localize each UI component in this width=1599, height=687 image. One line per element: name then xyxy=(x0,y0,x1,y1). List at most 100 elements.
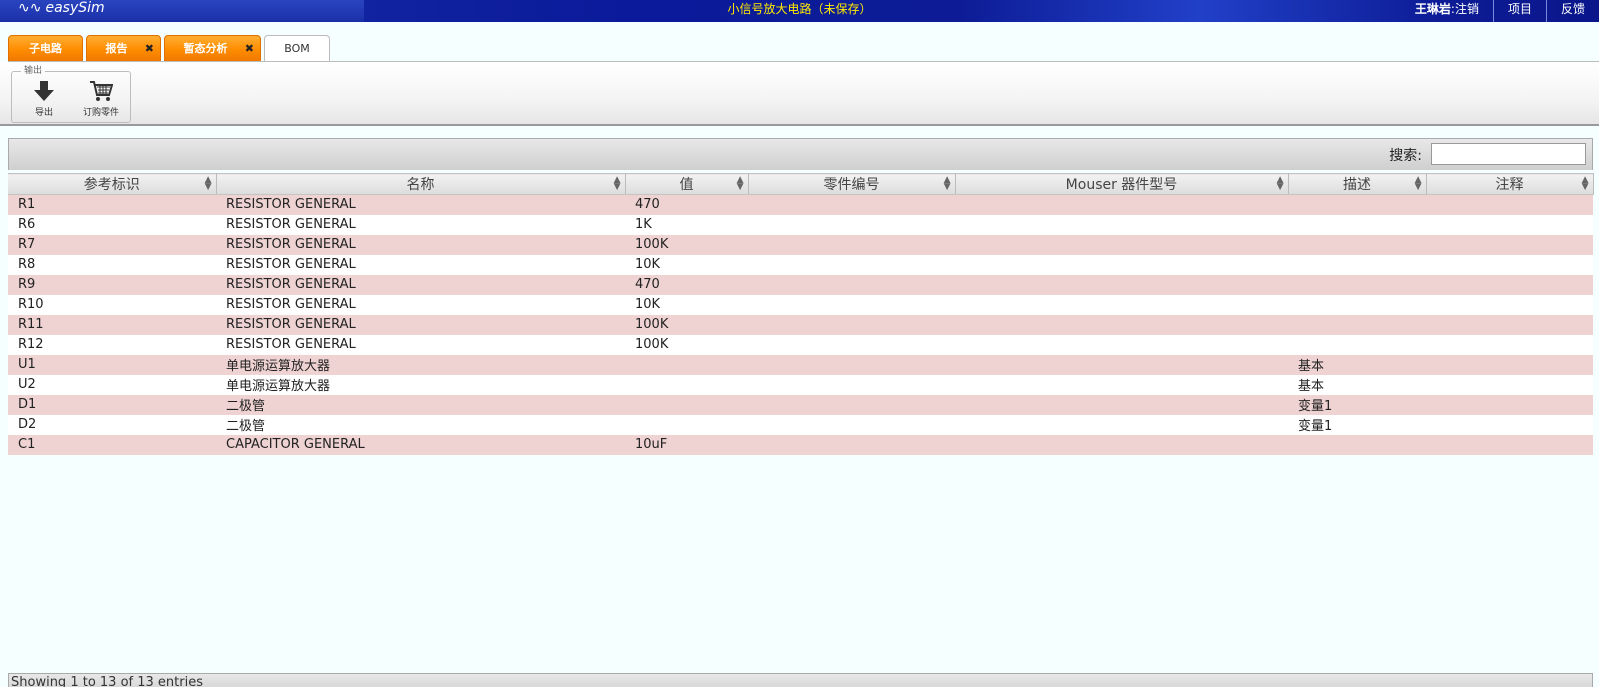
table-cell xyxy=(1426,214,1593,235)
table-cell xyxy=(1426,234,1593,255)
table-cell xyxy=(1288,254,1426,275)
table-cell xyxy=(955,314,1288,335)
table-cell: 1K xyxy=(625,214,748,235)
tab-label: 报告 xyxy=(105,42,128,55)
table-cell: R1 xyxy=(8,194,216,215)
tab-label: BOM xyxy=(284,42,310,55)
table-cell xyxy=(955,194,1288,215)
table-row[interactable]: R7 RESISTOR GENERAL 100K xyxy=(8,234,1593,255)
grid-header-bar: 搜索: xyxy=(8,138,1593,170)
order-parts-button[interactable]: 订购零件 xyxy=(74,80,128,118)
app-logo-text: easySim xyxy=(45,0,105,16)
table-cell xyxy=(955,274,1288,295)
order-parts-label: 订购零件 xyxy=(82,108,119,118)
table-cell xyxy=(955,374,1288,395)
user-name: 王琳岩 xyxy=(1414,2,1451,16)
table-cell xyxy=(1426,394,1593,415)
table-row[interactable]: R12 RESISTOR GENERAL 100K xyxy=(8,334,1593,355)
search-input[interactable] xyxy=(1431,143,1586,165)
table-row[interactable]: R9 RESISTOR GENERAL 470 xyxy=(8,274,1593,295)
table-cell xyxy=(955,414,1288,435)
table-cell: 100K xyxy=(625,314,748,335)
table-cell xyxy=(748,314,955,335)
table-row[interactable]: R10 RESISTOR GENERAL 10K xyxy=(8,294,1593,315)
table-cell xyxy=(1288,294,1426,315)
close-icon[interactable]: ✖ xyxy=(245,36,254,62)
table-cell: 单电源运算放大器 xyxy=(216,374,625,395)
table-cell: 100K xyxy=(625,334,748,355)
col-header-name[interactable]: 名称 ▲ ▼ xyxy=(216,173,626,195)
tab-report[interactable]: 报告 ✖ xyxy=(86,35,161,62)
logo-wave-icon: ∿∿ xyxy=(18,0,42,16)
export-button[interactable]: 导出 xyxy=(24,80,64,118)
table-row[interactable]: R8 RESISTOR GENERAL 10K xyxy=(8,254,1593,275)
table-cell: 470 xyxy=(625,194,748,215)
tab-subcircuit[interactable]: 子电路 xyxy=(8,35,83,62)
table-row[interactable]: U2 单电源运算放大器 基本 xyxy=(8,374,1593,395)
table-cell: 二极管 xyxy=(216,394,625,415)
download-arrow-icon xyxy=(34,81,54,101)
table-row[interactable]: U1 单电源运算放大器 基本 xyxy=(8,354,1593,375)
table-cell: 10K xyxy=(625,254,748,275)
table-cell: D2 xyxy=(8,414,216,435)
col-header-description[interactable]: 描述 ▲ ▼ xyxy=(1288,173,1427,195)
project-link[interactable]: 项目 xyxy=(1492,0,1546,22)
table-cell xyxy=(625,394,748,415)
table-cell xyxy=(1426,274,1593,295)
table-cell: 100K xyxy=(625,234,748,255)
col-header-mouser-number[interactable]: Mouser 器件型号 ▲ ▼ xyxy=(955,173,1289,195)
tab-bar: 子电路 报告 ✖ 暂态分析 ✖ BOM xyxy=(8,35,333,62)
table-cell: R11 xyxy=(8,314,216,335)
table-cell xyxy=(1288,314,1426,335)
sort-icon: ▲ ▼ xyxy=(1581,175,1589,192)
tab-transient-analysis[interactable]: 暂态分析 ✖ xyxy=(164,35,261,62)
close-icon[interactable]: ✖ xyxy=(145,36,154,62)
table-cell: 变量1 xyxy=(1288,394,1426,415)
table-cell xyxy=(748,434,955,455)
table-cell xyxy=(955,354,1288,375)
col-header-part-number[interactable]: 零件编号 ▲ ▼ xyxy=(748,173,956,195)
sort-icon: ▲ ▼ xyxy=(736,175,744,192)
tab-label: 子电路 xyxy=(29,42,62,55)
table-cell: D1 xyxy=(8,394,216,415)
table-cell xyxy=(1426,334,1593,355)
tab-bom[interactable]: BOM xyxy=(264,35,330,62)
table-footer-info: Showing 1 to 13 of 13 entries xyxy=(8,673,1593,687)
table-row[interactable]: R6 RESISTOR GENERAL 1K xyxy=(8,214,1593,235)
table-cell: RESISTOR GENERAL xyxy=(216,214,625,235)
table-cell xyxy=(748,394,955,415)
table-cell xyxy=(955,254,1288,275)
table-cell xyxy=(1426,354,1593,375)
col-header-notes[interactable]: 注释 ▲ ▼ xyxy=(1426,173,1594,195)
table-cell: 470 xyxy=(625,274,748,295)
table-cell xyxy=(1288,434,1426,455)
bom-table: 参考标识 ▲ ▼ 名称 ▲ ▼ 值 ▲ ▼ 零件编号 ▲ ▼ Mouser 器件型号 ▲ ▼ 描述 ▲… xyxy=(8,173,1594,455)
table-cell xyxy=(625,374,748,395)
col-header-label: 参考标识 xyxy=(83,177,140,193)
table-cell xyxy=(1426,374,1593,395)
col-header-value[interactable]: 值 ▲ ▼ xyxy=(625,173,749,195)
table-cell xyxy=(955,214,1288,235)
logout-link[interactable]: :注销 xyxy=(1451,2,1479,16)
table-header-row: 参考标识 ▲ ▼ 名称 ▲ ▼ 值 ▲ ▼ 零件编号 ▲ ▼ Mouser 器件型号 ▲ ▼ 描述 ▲… xyxy=(8,173,1594,195)
app-logo[interactable]: ∿∿ easySim xyxy=(0,0,364,22)
col-header-reference[interactable]: 参考标识 ▲ ▼ xyxy=(8,173,217,195)
table-row[interactable]: C1 CAPACITOR GENERAL 10uF xyxy=(8,434,1593,455)
table-cell xyxy=(1288,214,1426,235)
table-cell xyxy=(748,234,955,255)
table-cell xyxy=(955,294,1288,315)
table-cell: R8 xyxy=(8,254,216,275)
top-right-menu: 王琳岩:注销 项目 反馈 xyxy=(1401,0,1599,22)
table-row[interactable]: R11 RESISTOR GENERAL 100K xyxy=(8,314,1593,335)
table-row[interactable]: D2 二极管 变量1 xyxy=(8,414,1593,435)
table-cell xyxy=(748,214,955,235)
table-body: R1 RESISTOR GENERAL 470 R6 RESISTOR GENERAL 1… xyxy=(8,194,1593,455)
table-cell: 单电源运算放大器 xyxy=(216,354,625,375)
feedback-link[interactable]: 反馈 xyxy=(1545,0,1599,22)
table-row[interactable]: D1 二极管 变量1 xyxy=(8,394,1593,415)
table-cell: RESISTOR GENERAL xyxy=(216,194,625,215)
table-row[interactable]: R1 RESISTOR GENERAL 470 xyxy=(8,194,1593,215)
table-cell xyxy=(1288,234,1426,255)
table-cell: R6 xyxy=(8,214,216,235)
table-cell xyxy=(748,414,955,435)
